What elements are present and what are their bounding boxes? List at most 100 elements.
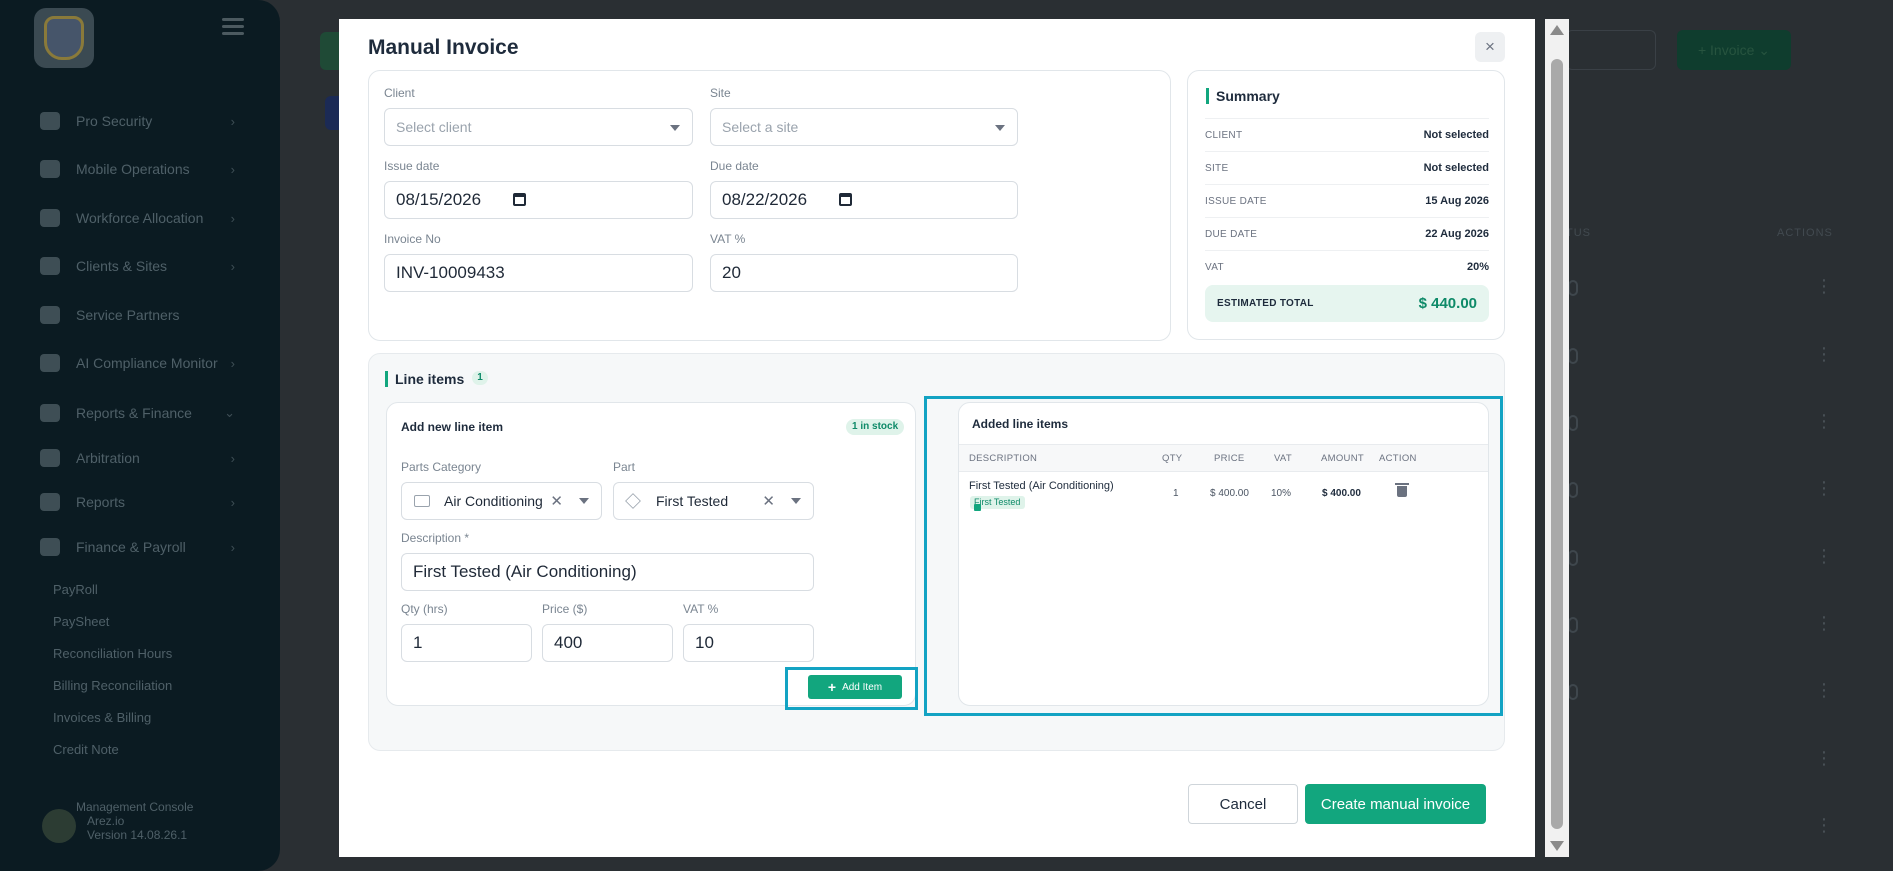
background-button <box>325 96 340 130</box>
row-menu-icon: ⋮ <box>1815 680 1833 700</box>
row-menu-icon: ⋮ <box>1815 411 1833 431</box>
due-date-label: Due date <box>710 159 759 173</box>
add-line-item-title: Add new line item <box>401 420 504 434</box>
issue-date-label: Issue date <box>384 159 440 173</box>
row-menu-icon: ⋮ <box>1815 546 1833 566</box>
issue-date-input[interactable]: 08/15/2026 <box>384 181 693 219</box>
sidebar-subitem-billing-reconciliation[interactable]: Billing Reconciliation <box>53 678 172 693</box>
estimated-total: ESTIMATED TOTAL $ 440.00 <box>1205 285 1489 322</box>
parts-category-select[interactable]: Air Conditioning ✕ <box>401 482 602 520</box>
line-items-count-badge: 1 <box>472 371 488 385</box>
sidebar-subitem-payroll[interactable]: PayRoll <box>53 582 98 597</box>
sidebar-item-mobile-operations[interactable]: Mobile Operations › <box>40 156 235 182</box>
handshake-icon <box>40 306 60 324</box>
status-pill <box>1568 415 1578 431</box>
summary-row-issue-date: ISSUE DATE 15 Aug 2026 <box>1205 184 1489 217</box>
client-label: Client <box>384 86 415 100</box>
status-pill <box>1568 348 1578 364</box>
background-search-input <box>1566 30 1656 70</box>
user-check-icon <box>40 493 60 511</box>
plus-icon: + <box>827 679 837 695</box>
sidebar-item-finance-payroll[interactable]: Finance & Payroll › <box>40 534 235 560</box>
due-date-input[interactable]: 08/22/2026 <box>710 181 1018 219</box>
chevron-right-icon: › <box>230 113 235 129</box>
create-manual-invoice-button[interactable]: Create manual invoice <box>1305 784 1486 824</box>
modal-scrollbar[interactable] <box>1545 19 1569 857</box>
added-line-items-highlight <box>924 396 1503 716</box>
status-pill <box>1568 482 1578 498</box>
list-icon <box>40 209 60 227</box>
org-logo-icon <box>42 809 76 843</box>
summary-row-client: CLIENT Not selected <box>1205 118 1489 151</box>
chevron-right-icon: › <box>230 355 235 371</box>
background-actions-header: ACTIONS <box>1777 227 1833 239</box>
folder-icon <box>414 495 430 507</box>
sidebar-item-clients-sites[interactable]: Clients & Sites › <box>40 253 235 279</box>
line-vat-input[interactable]: 10 <box>683 624 814 662</box>
vat-input[interactable]: 20 <box>710 254 1018 292</box>
sidebar-subitem-reconciliation-hours[interactable]: Reconciliation Hours <box>53 646 172 661</box>
sidebar-item-workforce-allocation[interactable]: Workforce Allocation › <box>40 205 235 231</box>
sidebar-item-reports[interactable]: Reports › <box>40 489 235 515</box>
sidebar-subitem-credit-note[interactable]: Credit Note <box>53 742 119 757</box>
scroll-up-icon[interactable] <box>1550 25 1564 35</box>
summary-row-vat: VAT 20% <box>1205 250 1489 283</box>
sidebar-subitem-invoices-billing[interactable]: Invoices & Billing <box>53 710 151 725</box>
chevron-down-icon[interactable] <box>791 498 801 504</box>
calendar-icon[interactable] <box>513 193 526 206</box>
chevron-right-icon: › <box>230 161 235 177</box>
sidebar-footer: Management Console Arez.io Version 14.08… <box>40 795 240 855</box>
sidebar-item-ai-compliance-monitor[interactable]: AI Compliance Monitor › <box>40 350 235 376</box>
status-pill <box>1568 617 1578 633</box>
row-menu-icon: ⋮ <box>1815 344 1833 364</box>
clear-icon[interactable]: ✕ <box>762 492 775 510</box>
site-label: Site <box>710 86 731 100</box>
price-label: Price ($) <box>542 602 588 616</box>
close-button[interactable]: × <box>1475 32 1505 62</box>
chevron-down-icon: ⌄ <box>224 405 235 420</box>
invoice-no-label: Invoice No <box>384 232 441 246</box>
description-input[interactable]: First Tested (Air Conditioning) <box>401 553 814 591</box>
invoice-details-card: Client Select client Site Select a site … <box>368 70 1171 341</box>
add-item-button[interactable]: + Add Item <box>808 675 902 699</box>
site-select[interactable]: Select a site <box>710 108 1018 146</box>
sidebar: Pro Security › Mobile Operations › Workf… <box>0 0 280 871</box>
menu-collapse-icon[interactable] <box>222 18 244 40</box>
summary-row-due-date: DUE DATE 22 Aug 2026 <box>1205 217 1489 250</box>
scroll-thumb[interactable] <box>1551 59 1563 829</box>
scroll-down-icon[interactable] <box>1550 841 1564 851</box>
row-menu-icon: ⋮ <box>1815 613 1833 633</box>
chevron-right-icon: › <box>230 539 235 555</box>
add-line-item-card: Add new line item 1 in stock Parts Categ… <box>386 402 916 706</box>
robot-icon <box>40 354 60 372</box>
qty-input[interactable]: 1 <box>401 624 532 662</box>
background-status-header: TUS <box>1566 227 1591 239</box>
part-label: Part <box>613 460 636 474</box>
chevron-down-icon[interactable] <box>579 498 589 504</box>
modal-title: Manual Invoice <box>368 36 519 59</box>
invoice-no-input[interactable]: INV-10009433 <box>384 254 693 292</box>
parts-category-label: Parts Category <box>401 460 482 474</box>
app-logo[interactable] <box>34 8 94 68</box>
summary-card: Summary CLIENT Not selected SITE Not sel… <box>1187 70 1505 340</box>
chevron-down-icon <box>670 125 680 131</box>
sidebar-item-reports-finance[interactable]: Reports & Finance ⌄ <box>40 400 235 426</box>
stock-badge: 1 in stock <box>846 419 905 435</box>
sidebar-item-arbitration[interactable]: Arbitration › <box>40 445 235 471</box>
sidebar-subitem-paysheet[interactable]: PaySheet <box>53 614 109 629</box>
sidebar-item-service-partners[interactable]: Service Partners <box>40 302 235 328</box>
status-pill <box>1568 684 1578 700</box>
price-input[interactable]: 400 <box>542 624 673 662</box>
status-pill <box>1568 280 1578 296</box>
client-select[interactable]: Select client <box>384 108 693 146</box>
calendar-icon[interactable] <box>839 193 852 206</box>
part-select[interactable]: First Tested ✕ <box>613 482 814 520</box>
car-icon <box>40 160 60 178</box>
cancel-button[interactable]: Cancel <box>1188 784 1298 824</box>
handshake-icon <box>40 257 60 275</box>
row-menu-icon: ⋮ <box>1815 276 1833 296</box>
sidebar-item-pro-security[interactable]: Pro Security › <box>40 108 235 134</box>
row-menu-icon: ⋮ <box>1815 748 1833 768</box>
clear-icon[interactable]: ✕ <box>550 492 563 510</box>
line-vat-label: VAT % <box>683 602 719 616</box>
